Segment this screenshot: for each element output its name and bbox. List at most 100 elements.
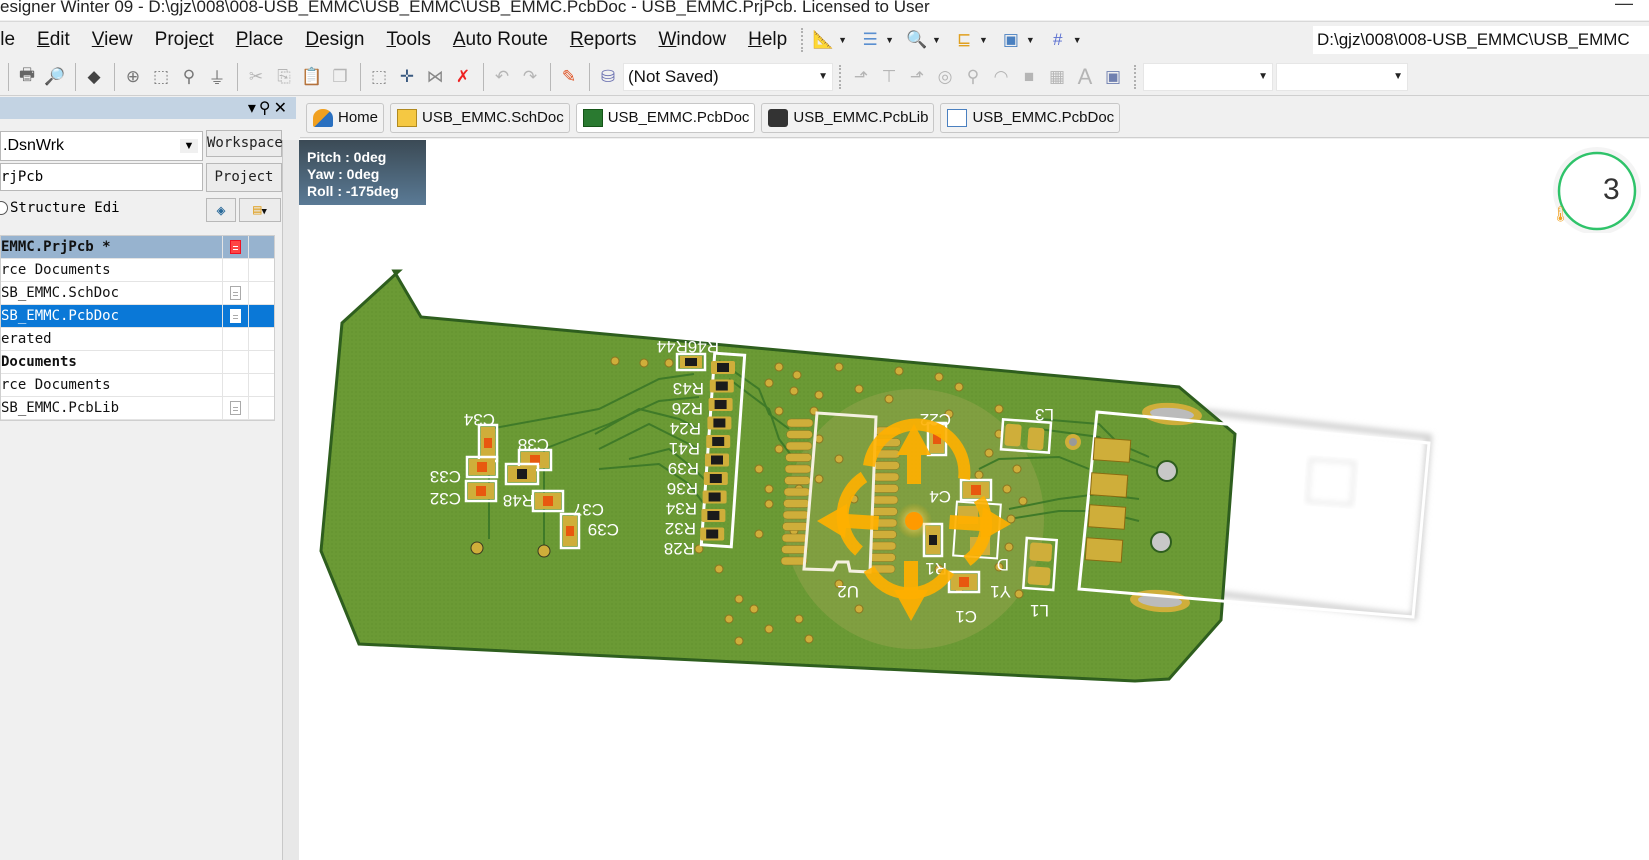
room-icon[interactable]: ▣ [998,28,1024,52]
menu-edit[interactable]: Edit [37,29,70,51]
compile-icon[interactable]: ◈ [206,198,236,222]
tab-usb-emmc-pcbdoc[interactable]: USB_EMMC.PcbDoc [940,102,1121,133]
project-options-dropdown[interactable]: ▤▼ [239,198,281,222]
project-tree-item[interactable]: erated [1,328,274,351]
project-field[interactable]: rjPcb [0,163,203,191]
toolbar-grip[interactable] [1134,64,1137,89]
panel-menu-icon[interactable]: ▾ [248,100,259,117]
tab-usb-emmc-pcblib[interactable]: USB_EMMC.PcbLib [761,102,935,133]
redo-icon[interactable]: ↷ [517,65,543,89]
project-tree-item[interactable]: rce Documents [1,259,274,282]
chevron-down-icon[interactable]: ▼ [932,35,941,45]
zoom-selected-icon[interactable]: ⚲ [176,65,202,89]
workspace-select[interactable]: .DsnWrk ▼ [0,131,203,161]
project-tree-item[interactable]: Documents [1,351,274,374]
minimize-button[interactable]: — [1615,0,1633,12]
dimension-icon[interactable]: ⊑ [951,28,977,52]
pcb-3d-canvas[interactable]: R46R44 R43 R26 R24 R41 R39 R36 R34 R32 R28 C34 C38 C… [299,139,1649,860]
undo-icon[interactable]: ↶ [489,65,515,89]
via [749,604,759,614]
chevron-down-icon[interactable]: ▼ [979,35,988,45]
project-tree-item[interactable]: rce Documents [1,374,274,397]
system-monitor-widget[interactable]: 3 🌡 [1537,147,1647,233]
pin-icon[interactable]: ⚲ [259,100,274,117]
find-icon[interactable]: 🔍 [904,28,930,52]
structure-editor-option[interactable]: Structure Edi [0,200,120,216]
filter-combo-b[interactable]: ▼ [1276,62,1408,91]
menu-window[interactable]: Window [658,29,726,51]
pad-icon[interactable]: ◎ [932,65,958,89]
menu-project[interactable]: Project [155,29,214,51]
chevron-down-icon[interactable]: ▼ [1026,35,1035,45]
filter-combo-a[interactable]: ▼ [1143,62,1273,91]
designator-c33: C33 [430,467,461,486]
project-tree-item[interactable]: SB_EMMC.PcbLib [1,397,274,420]
view-configuration-select[interactable]: (Not Saved) ▼ [623,62,833,91]
panel-splitter[interactable] [282,140,299,860]
grid-icon[interactable]: # [1045,28,1071,52]
menu-design[interactable]: Design [305,29,364,51]
zoom-fit-icon[interactable]: ⊕ [120,65,146,89]
via [1002,484,1012,494]
via [804,634,814,644]
via-icon[interactable]: ⚲ [960,65,986,89]
chevron-down-icon[interactable]: ▼ [1073,35,1082,45]
move-icon[interactable]: ✛ [394,65,420,89]
component-icon[interactable]: ▣ [1100,65,1126,89]
menu-auto-route[interactable]: Auto Route [453,29,548,51]
tab-usb-emmc-schdoc[interactable]: USB_EMMC.SchDoc [390,102,570,133]
interactive-route-icon[interactable]: ⬏ [848,65,874,89]
project-tree-root[interactable]: EMMC.PrjPcb * [1,236,274,259]
menu-reports[interactable]: Reports [570,29,637,51]
pcb-board-view[interactable]: R46R44 R43R26R24R41R39R36R34R32R28 C34 C38 C… [299,139,1649,860]
print-preview-icon[interactable]: 🔎 [42,65,68,89]
measure-icon[interactable]: 📐 [810,28,836,52]
view-config-icon[interactable]: ⛁ [595,65,621,89]
polygon-icon[interactable]: ▦ [1044,65,1070,89]
toolbar-grip[interactable] [839,64,842,89]
print-icon[interactable]: 🖶 [14,65,40,89]
fill-icon[interactable]: ■ [1016,65,1042,89]
copy-icon[interactable]: ⎘ [271,65,297,89]
project-tree-item[interactable]: SB_EMMC.SchDoc [1,282,274,305]
tab-home[interactable]: Home [306,102,385,133]
menu-view[interactable]: View [92,29,133,51]
arc-icon[interactable]: ◠ [988,65,1014,89]
route-multiple-icon[interactable]: ⊤ [876,65,902,89]
zoom-area-icon[interactable]: ⬚ [148,65,174,89]
close-icon[interactable]: ✕ [274,100,290,117]
menu-place[interactable]: Place [236,29,284,51]
string-icon[interactable]: A [1072,64,1098,89]
menu-help[interactable]: Help [748,29,787,51]
menu-file[interactable]: ile [0,29,15,51]
deselect-icon[interactable]: ⋈ [422,65,448,89]
cross-probe-icon[interactable]: ✎ [556,65,582,89]
toolbar-grip[interactable] [801,27,804,52]
tree-item-label: SB_EMMC.PcbLib [1,397,224,419]
chevron-down-icon: ▼ [818,71,828,82]
workspace-button[interactable]: Workspace [206,130,283,157]
navigation-center[interactable] [905,512,923,530]
tree-item-label: erated [1,328,224,350]
3d-view-icon[interactable]: ◆ [81,65,107,89]
structure-editor-radio[interactable] [0,201,8,215]
clear-filter-icon[interactable]: ✗ [450,65,476,89]
project-button[interactable]: Project [206,163,282,192]
align-icon[interactable]: ☰ [857,28,883,52]
zoom-filter-icon[interactable]: ⏚ [204,65,230,89]
select-area-icon[interactable]: ⬚ [366,65,392,89]
component-body [517,469,527,479]
component-c33 [465,455,499,479]
rubber-stamp-icon[interactable]: ❐ [327,65,353,89]
document-path-field[interactable]: D:\gjz\008\008-USB_EMMC\USB_EMMC [1313,26,1649,54]
tab-usb-emmc-pcbdoc[interactable]: USB_EMMC.PcbDoc [575,102,756,133]
chevron-down-icon[interactable]: ▼ [885,35,894,45]
cut-icon[interactable]: ✂ [243,65,269,89]
diff-pair-icon[interactable]: ⬏ [904,65,930,89]
project-tree-item[interactable]: SB_EMMC.PcbDoc [1,305,274,328]
paste-icon[interactable]: 📋 [299,65,325,89]
via [1012,464,1022,474]
tree-item-extra [249,351,274,373]
menu-tools[interactable]: Tools [386,29,430,51]
chevron-down-icon[interactable]: ▼ [838,35,847,45]
